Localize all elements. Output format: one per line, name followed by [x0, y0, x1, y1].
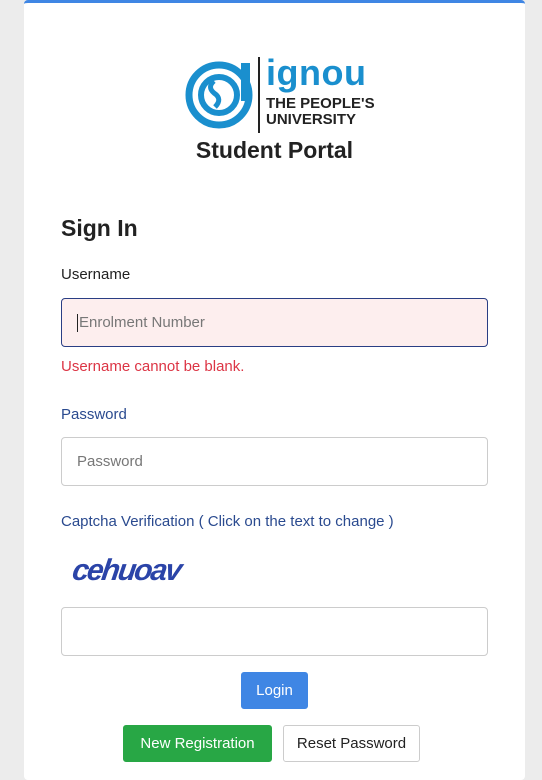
logo-brand-name: ignou [266, 52, 367, 93]
signin-heading: Sign In [61, 215, 138, 241]
new-registration-button[interactable]: New Registration [123, 725, 272, 762]
username-error-message: Username cannot be blank. [61, 358, 245, 375]
login-button[interactable]: Login [241, 672, 308, 709]
login-card: ignou THE PEOPLE'S UNIVERSITY Student Po… [24, 0, 525, 780]
logo-divider [258, 57, 260, 133]
portal-title: Student Portal [195, 137, 354, 163]
captcha-image[interactable]: cehuoav [70, 546, 200, 591]
captcha-label: Captcha Verification ( Click on the text… [61, 513, 394, 530]
reset-password-button[interactable]: Reset Password [283, 725, 420, 762]
captcha-input[interactable] [61, 607, 488, 656]
password-input[interactable]: Password [61, 437, 488, 486]
password-placeholder: Password [77, 453, 143, 470]
username-placeholder: Enrolment Number [79, 314, 205, 331]
text-caret [77, 314, 78, 333]
svg-text:cehuoav: cehuoav [70, 554, 186, 587]
password-label: Password [61, 406, 127, 423]
logo-tagline-line2: UNIVERSITY [266, 111, 357, 128]
logo-tagline-line1: THE PEOPLE'S [266, 95, 375, 112]
username-input[interactable]: Enrolment Number [61, 298, 488, 347]
username-label: Username [61, 266, 131, 283]
